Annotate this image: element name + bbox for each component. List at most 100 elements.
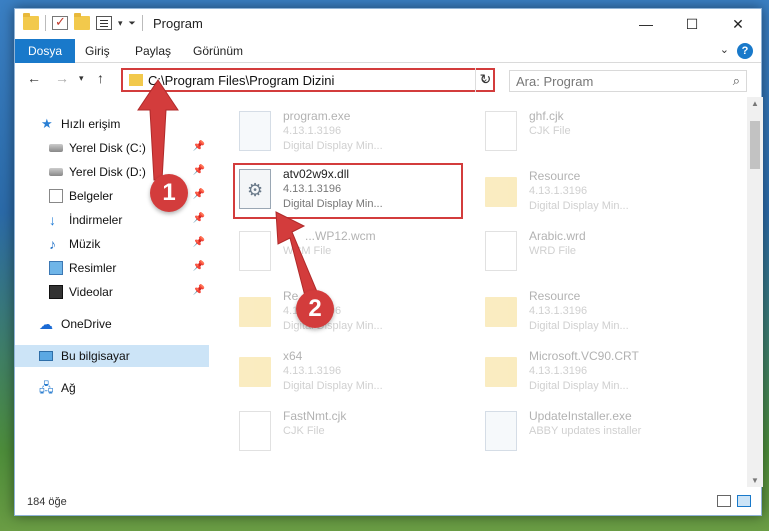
file-item[interactable]: ghf.cjk CJK File — [481, 107, 711, 163]
pin-icon[interactable]: 📌 — [193, 261, 205, 272]
pin-icon[interactable]: 📌 — [193, 285, 205, 296]
file-item[interactable]: UpdateInstaller.exe ABBY updates install… — [481, 407, 711, 463]
pin-icon[interactable]: 📌 — [193, 165, 205, 176]
details-view-icon[interactable] — [717, 495, 731, 507]
file-item[interactable]: FastNmt.cjk CJK File — [235, 407, 465, 463]
folder-icon — [485, 177, 517, 207]
pin-icon[interactable]: 📌 — [193, 237, 205, 248]
search-input[interactable]: Ara: Program ⌕ — [509, 70, 747, 92]
dll-gear-icon — [239, 169, 271, 209]
exe-icon — [485, 411, 517, 451]
divider — [45, 15, 46, 31]
pin-icon[interactable]: 📌 — [193, 213, 205, 224]
maximize-button[interactable]: ☐ — [669, 9, 715, 39]
address-field[interactable]: C:\Program Files\Program Dizini ⌄ — [121, 68, 495, 92]
forward-icon[interactable]: → — [55, 70, 69, 86]
disk-icon — [49, 168, 63, 176]
customize-toolbar-icon[interactable]: ⏷ — [129, 18, 136, 29]
title-bar: ▾ ⏷ Program — ☐ ✕ — [15, 9, 761, 39]
file-meta: Digital Display Min... — [283, 140, 383, 152]
sidebar-item-label: Resimler — [69, 261, 117, 275]
callout-badge: 2 — [296, 290, 334, 328]
star-icon: ★ — [41, 116, 53, 131]
new-folder-icon[interactable] — [74, 13, 90, 30]
recent-locations-icon[interactable]: ▾ — [79, 73, 84, 84]
divider — [141, 15, 143, 31]
folder-icon — [239, 297, 271, 327]
sidebar-item-pictures[interactable]: Resimler 📌 — [15, 257, 209, 279]
file-meta: 4.13.1.3196 — [283, 125, 342, 137]
minimize-button[interactable]: — — [623, 9, 669, 39]
file-meta: 4.13.1.3196 — [529, 305, 588, 317]
properties-icon[interactable] — [96, 16, 112, 30]
window-title: Program — [153, 16, 203, 31]
file-meta: CJK File — [283, 425, 325, 437]
file-meta: WRD File — [529, 245, 577, 257]
tiles-view-icon[interactable] — [737, 495, 751, 507]
file-item[interactable]: program.exe 4.13.1.3196 Digital Display … — [235, 107, 465, 163]
vertical-scrollbar[interactable]: ▲ ▼ — [747, 97, 763, 487]
up-icon[interactable]: ↑ — [97, 70, 104, 86]
sidebar-item-label: Hızlı erişim — [61, 117, 121, 131]
file-item[interactable]: Resource 4.13.1.3196 Digital Display Min… — [481, 287, 711, 343]
file-item[interactable]: Resource 4.13.1.3196 Digital Display Min… — [481, 167, 711, 223]
close-button[interactable]: ✕ — [715, 9, 761, 39]
file-meta: Digital Display Min... — [283, 198, 383, 210]
file-meta: Digital Display Min... — [529, 200, 629, 212]
sidebar-item-network[interactable]: 🖧 Ağ — [15, 377, 209, 399]
file-meta: CJK File — [529, 125, 571, 137]
properties-check-icon[interactable] — [52, 14, 68, 30]
scroll-thumb[interactable] — [750, 121, 760, 169]
file-name: ghf.cjk — [529, 109, 564, 123]
folder-icon — [485, 357, 517, 387]
file-name: Resource — [529, 169, 581, 183]
sidebar-item-label: Müzik — [69, 237, 101, 251]
back-icon[interactable]: ← — [27, 70, 41, 86]
tab-share[interactable]: Paylaş — [123, 39, 183, 63]
refresh-icon[interactable]: ↻ — [475, 68, 495, 92]
sidebar-item-label: İndirmeler — [69, 213, 123, 227]
sidebar-item-label: Yerel Disk (C:) — [69, 141, 146, 155]
file-name: atv02w9x.dll — [283, 167, 350, 181]
file-name: ...WP12.wcm — [305, 229, 376, 243]
ribbon-expand-icon[interactable]: ⌄ — [720, 43, 729, 56]
file-meta: Digital Display Min... — [283, 320, 383, 332]
navigation-pane: ★ Hızlı erişim Yerel Disk (C:) 📌 Yerel D… — [15, 97, 211, 487]
file-item[interactable]: Microsoft.VC90.CRT 4.13.1.3196 Digital D… — [481, 347, 711, 403]
sidebar-item-videos[interactable]: Videolar 📌 — [15, 281, 209, 303]
file-meta: Digital Display Min... — [529, 380, 629, 392]
file-meta: Digital Display Min... — [529, 320, 629, 332]
tab-view[interactable]: Görünüm — [181, 39, 255, 63]
item-count: 184 öğe — [27, 496, 67, 508]
file-name: Resource — [529, 289, 581, 303]
sidebar-item-downloads[interactable]: ↓ İndirmeler 📌 — [15, 209, 209, 231]
sidebar-item-label: Ağ — [61, 381, 76, 395]
file-item[interactable]: x64 4.13.1.3196 Digital Display Min... — [235, 347, 465, 403]
sidebar-item-this-pc[interactable]: Bu bilgisayar — [15, 345, 209, 367]
scroll-down-icon[interactable]: ▼ — [751, 476, 759, 485]
tab-home[interactable]: Giriş — [73, 39, 122, 63]
file-icon — [485, 111, 517, 151]
pin-icon[interactable]: 📌 — [193, 189, 205, 200]
sidebar-item-onedrive[interactable]: ☁ OneDrive — [15, 313, 209, 335]
sidebar-item-local-disk-c[interactable]: Yerel Disk (C:) 📌 — [15, 137, 209, 159]
file-item[interactable]: Arabic.wrd WRD File — [481, 227, 711, 283]
status-bar: 184 öğe — [15, 491, 761, 515]
file-item-selected[interactable]: atv02w9x.dll 4.13.1.3196 Digital Display… — [233, 163, 463, 219]
tab-file[interactable]: Dosya — [15, 39, 76, 63]
pin-icon[interactable]: 📌 — [193, 141, 205, 152]
folder-icon — [129, 74, 143, 86]
window-controls: — ☐ ✕ — [623, 9, 761, 39]
sidebar-item-music[interactable]: ♪ Müzik 📌 — [15, 233, 209, 255]
file-item[interactable]: ...WP12.wcm WCM File — [235, 227, 465, 283]
sidebar-item-quick-access[interactable]: ★ Hızlı erişim — [15, 113, 209, 135]
scroll-up-icon[interactable]: ▲ — [751, 99, 759, 108]
file-list: program.exe 4.13.1.3196 Digital Display … — [211, 97, 749, 487]
help-icon[interactable]: ? — [737, 43, 753, 59]
search-icon[interactable]: ⌕ — [733, 73, 740, 89]
file-item[interactable]: Re... 4.13.1.3196 Digital Display Min... — [235, 287, 465, 343]
exe-icon — [239, 111, 271, 151]
chevron-down-icon[interactable]: ▾ — [118, 18, 123, 29]
file-icon — [239, 411, 271, 451]
file-meta: ABBY updates installer — [529, 425, 642, 437]
